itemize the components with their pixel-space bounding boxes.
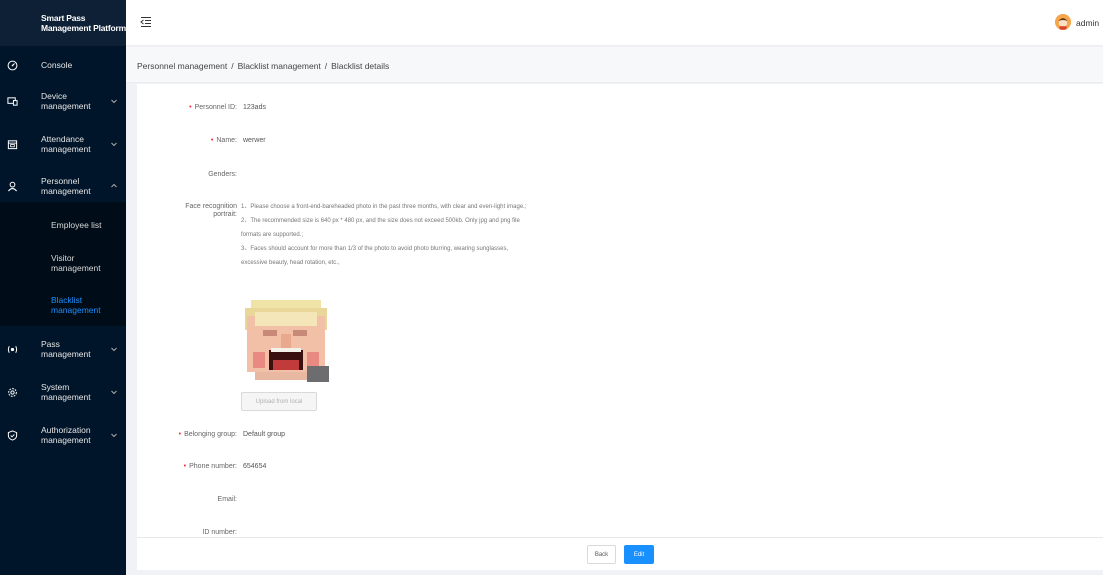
sidebar: Smart Pass Management Platform Console D… (0, 0, 126, 575)
required-mark: • (210, 137, 214, 144)
chevron-down-icon (111, 347, 117, 352)
sidebar-item-system[interactable]: System management (0, 381, 126, 403)
action-footer: Back Edit (137, 537, 1103, 570)
sidebar-item-authorization[interactable]: Authorization management (0, 424, 126, 446)
required-mark: • (178, 431, 182, 438)
edit-button[interactable]: Edit (624, 545, 654, 564)
chevron-down-icon (111, 142, 117, 147)
details-card: • Personnel ID: 123ads • Name: werwer Gend… (137, 84, 1103, 570)
breadcrumb: Personnel management / Blacklist managemen… (126, 47, 1103, 83)
avatar[interactable] (1055, 14, 1071, 30)
pass-icon (7, 344, 18, 355)
field-label: Face recognition portrait: (185, 203, 237, 218)
field-label: • Phone number: (183, 463, 237, 470)
field-value: werwer (243, 137, 266, 144)
sidebar-item-attendance[interactable]: Attendance management (0, 133, 126, 155)
sidebar-item-device[interactable]: Device management (0, 90, 126, 112)
sidebar-subitem-visitor[interactable]: Visitor management (51, 253, 101, 273)
required-mark: • (183, 463, 187, 470)
sidebar-item-pass[interactable]: Pass management (0, 338, 126, 360)
field-label: Genders: (208, 171, 237, 178)
sidebar-item-console[interactable]: Console (0, 57, 126, 73)
face-hint-2: 2、The recommended size is 640 px * 480 p… (241, 218, 520, 238)
menu-fold-icon[interactable] (140, 16, 152, 28)
sidebar-subitem-employee-list[interactable]: Employee list (51, 220, 102, 230)
shield-check-icon (7, 430, 18, 441)
gear-icon (7, 387, 18, 398)
face-photo (241, 294, 331, 384)
field-value: Default group (243, 431, 286, 438)
required-mark: • (189, 104, 192, 111)
field-label: ID number: (202, 529, 237, 536)
field-label: • Belonging group: (178, 431, 237, 438)
device-icon (7, 96, 18, 107)
back-button[interactable]: Back (587, 545, 616, 564)
breadcrumb-item-details: Blacklist details (331, 61, 390, 71)
chevron-down-icon (111, 433, 117, 438)
username[interactable]: admin (1076, 18, 1099, 28)
upload-from-local-button[interactable]: Upload from local (241, 392, 317, 411)
sidebar-item-label: Device management (41, 91, 91, 111)
field-label: • Personnel ID: (189, 104, 237, 111)
field-value: 123ads (243, 104, 266, 111)
personnel-icon (7, 181, 18, 192)
face-hint-3: 3、Faces should account for more than 1/3… (241, 246, 509, 266)
breadcrumb-separator: / (324, 61, 328, 71)
app-title: Smart Pass Management Platform (41, 13, 126, 33)
breadcrumb-item-personnel[interactable]: Personnel management (137, 61, 227, 71)
calendar-icon (7, 139, 18, 150)
face-hint-list: 1、Please choose a front-end-bareheaded p… (241, 200, 531, 270)
logo: Smart Pass Management Platform (0, 0, 126, 46)
sidebar-item-label: System management (41, 382, 91, 402)
face-hint-1: 1、Please choose a front-end-bareheaded p… (241, 204, 527, 210)
sidebar-item-label: Personnel management (41, 176, 91, 196)
top-header: admin (126, 0, 1103, 46)
field-label: • Name: (210, 137, 237, 144)
sidebar-subitem-blacklist[interactable]: Blacklist management (51, 295, 101, 315)
chevron-down-icon (111, 99, 117, 104)
breadcrumb-item-blacklist[interactable]: Blacklist management (238, 61, 321, 71)
sidebar-item-label: Authorization management (41, 425, 91, 445)
chevron-down-icon (111, 390, 117, 395)
sidebar-item-label: Attendance management (41, 134, 91, 154)
sidebar-item-label: Pass management (41, 339, 91, 359)
breadcrumb-separator: / (231, 61, 234, 71)
field-label: Email: (217, 496, 237, 503)
field-value: 654654 (243, 463, 267, 470)
chevron-up-icon (111, 183, 117, 188)
sidebar-item-label: Console (41, 60, 73, 70)
sidebar-item-personnel[interactable]: Personnel management (0, 175, 126, 197)
console-icon (7, 60, 18, 71)
